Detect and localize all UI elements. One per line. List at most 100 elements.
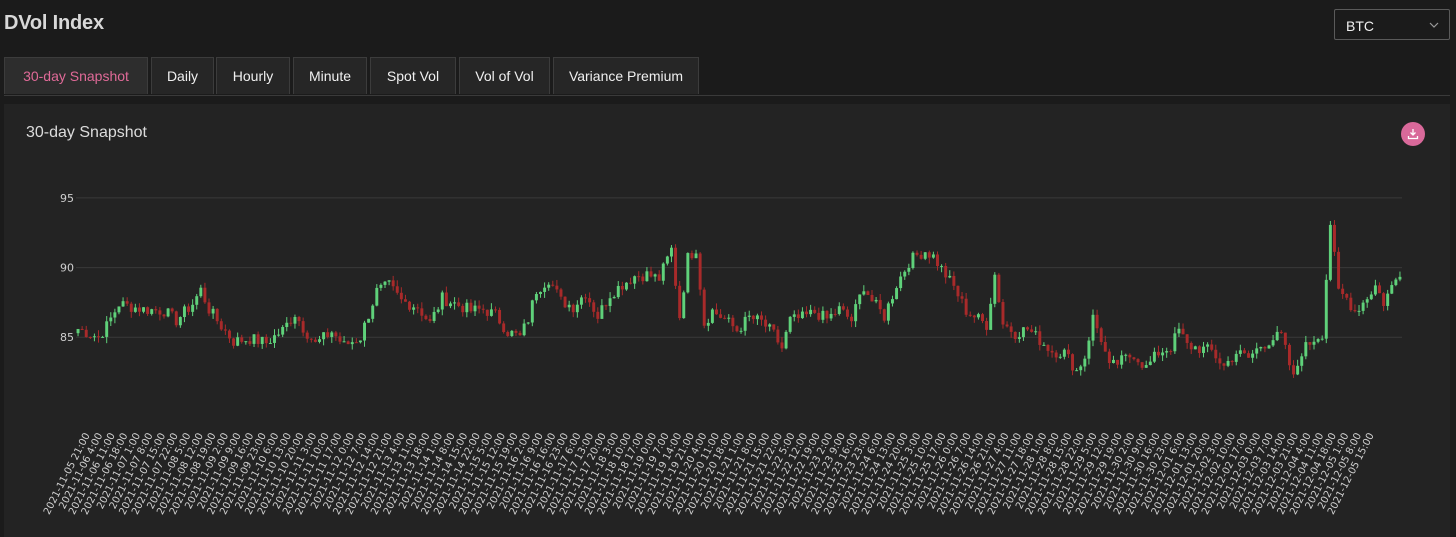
candle <box>620 285 624 290</box>
asset-select[interactable]: BTC <box>1334 9 1450 40</box>
candle <box>743 316 747 331</box>
candle <box>960 296 964 299</box>
candle <box>248 341 252 344</box>
candle <box>1316 339 1320 342</box>
candle <box>661 263 665 281</box>
candle <box>993 274 997 304</box>
candle <box>187 306 191 312</box>
candle <box>1099 328 1103 342</box>
candle <box>469 302 473 312</box>
candle <box>293 316 297 324</box>
tab-spot-vol[interactable]: Spot Vol <box>370 57 456 94</box>
candle <box>1062 349 1066 357</box>
candle <box>1038 331 1042 345</box>
candle <box>886 303 890 321</box>
candle <box>223 329 227 331</box>
candle <box>125 301 129 304</box>
candle <box>936 254 939 267</box>
candle <box>588 298 592 303</box>
candle <box>1283 332 1287 345</box>
candlestick-chart: 8590952021-11-05 21:002021-11-06 4:00202… <box>42 192 1402 517</box>
candle <box>1373 285 1377 295</box>
candle <box>1206 344 1210 347</box>
y-tick-label: 90 <box>60 262 74 275</box>
candle <box>416 307 420 309</box>
candle <box>358 340 362 343</box>
candle <box>494 309 497 311</box>
chevron-down-icon <box>1429 22 1439 28</box>
candle <box>244 341 248 343</box>
candle <box>645 271 649 282</box>
candle <box>1287 344 1291 366</box>
candle <box>764 319 768 327</box>
tab-hourly[interactable]: Hourly <box>216 57 290 94</box>
candle <box>1341 288 1345 294</box>
candle <box>1226 360 1230 366</box>
candle <box>1337 251 1341 289</box>
candle <box>297 316 301 322</box>
candle <box>1275 331 1279 341</box>
candle <box>1009 326 1013 332</box>
candle <box>101 336 105 338</box>
candle <box>903 271 907 277</box>
candle <box>649 271 653 277</box>
candle <box>408 301 412 310</box>
candle <box>502 323 506 333</box>
candle <box>1251 353 1255 358</box>
candle <box>768 324 772 327</box>
candle <box>338 336 342 342</box>
candle <box>522 323 526 336</box>
tab-30-day-snapshot[interactable]: 30-day Snapshot <box>4 57 148 94</box>
candle <box>1075 370 1079 372</box>
candle <box>309 338 313 340</box>
candle <box>1132 357 1136 360</box>
candle <box>342 341 346 343</box>
candle <box>318 339 321 342</box>
candle <box>690 253 694 259</box>
candle <box>878 299 882 310</box>
candle <box>1193 346 1197 350</box>
candle <box>367 318 371 323</box>
candle <box>1332 224 1336 252</box>
candle <box>796 314 800 319</box>
candle <box>391 280 395 287</box>
candle <box>780 342 784 349</box>
candle <box>346 341 350 345</box>
candle <box>453 302 457 304</box>
candle <box>334 332 338 337</box>
tab-daily[interactable]: Daily <box>151 57 214 94</box>
candle <box>1124 354 1128 356</box>
candle <box>207 302 211 314</box>
candle <box>80 328 84 330</box>
candle <box>1169 351 1173 353</box>
candle <box>203 287 207 303</box>
candle <box>191 304 195 312</box>
candle <box>420 308 424 316</box>
candle <box>448 303 452 307</box>
candle <box>1361 302 1365 311</box>
candle <box>890 299 894 304</box>
candle <box>92 336 96 338</box>
candle <box>952 275 956 286</box>
candle <box>158 310 162 315</box>
tab-vol-of-vol[interactable]: Vol of Vol <box>459 57 550 94</box>
candle <box>760 315 763 320</box>
candle <box>1087 340 1091 359</box>
candle <box>387 280 391 282</box>
candle <box>1058 356 1062 358</box>
tab-variance-premium[interactable]: Variance Premium <box>553 57 699 94</box>
candle <box>133 307 137 312</box>
candle <box>710 309 714 323</box>
candle <box>1042 344 1046 346</box>
candle <box>1230 360 1234 362</box>
candle <box>702 289 706 326</box>
candle <box>166 308 170 317</box>
candle <box>571 304 575 313</box>
candle <box>629 282 633 284</box>
candle <box>1263 347 1267 349</box>
candle <box>1095 314 1099 329</box>
candle <box>530 300 534 323</box>
tab-minute[interactable]: Minute <box>293 57 367 94</box>
candle <box>285 322 289 328</box>
candle <box>551 284 555 286</box>
